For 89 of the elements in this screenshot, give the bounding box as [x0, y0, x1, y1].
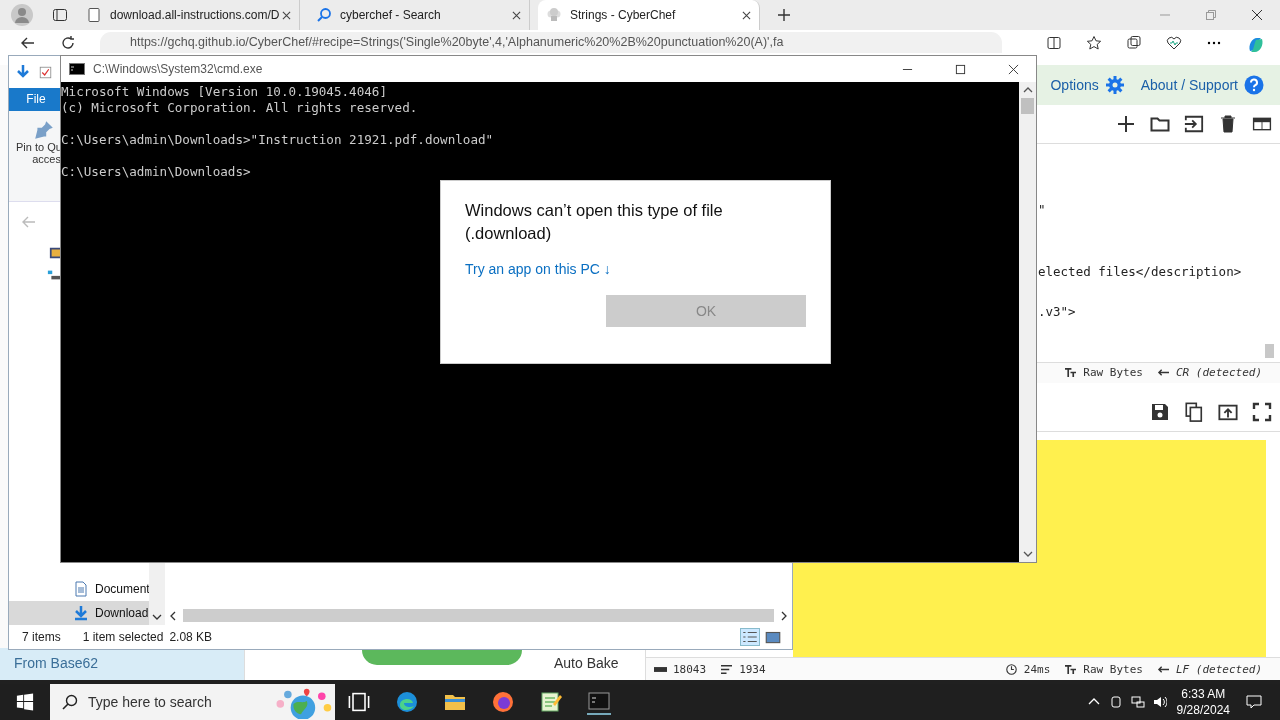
- output-length: 18043: [673, 662, 707, 676]
- console-line: (c) Microsoft Corporation. All rights reserved.: [61, 100, 419, 116]
- scroll-down-icon[interactable]: [1022, 550, 1033, 558]
- download-arrow-icon[interactable]: [15, 64, 31, 80]
- output-encoding[interactable]: Raw Bytes: [1083, 662, 1143, 676]
- header-link[interactable]: Options: [1050, 77, 1099, 93]
- start-icon[interactable]: [16, 693, 34, 711]
- page-icon: [86, 7, 102, 23]
- clock[interactable]: 6:33 AM 9/28/2024: [1176, 686, 1230, 718]
- firefox-icon[interactable]: [491, 690, 515, 714]
- auto-bake-label: Auto Bake: [554, 655, 619, 671]
- network-icon: [47, 268, 61, 282]
- download-icon: [73, 605, 89, 621]
- new-tab-icon[interactable]: [776, 7, 792, 23]
- try-app-link[interactable]: Try an app on this PC ↓: [465, 261, 611, 277]
- collections-icon[interactable]: [1126, 35, 1142, 51]
- document-icon: [73, 581, 89, 597]
- scroll-right-icon[interactable]: [780, 610, 788, 621]
- fullscreen-icon[interactable]: [1252, 401, 1272, 422]
- input-text-line: ": [1038, 202, 1047, 218]
- notepad-icon[interactable]: [539, 690, 563, 714]
- settings-icon[interactable]: [1104, 75, 1125, 95]
- operation-item[interactable]: From Base62: [0, 648, 244, 680]
- chef-hat-icon: [546, 7, 562, 23]
- heart-pulse-icon[interactable]: [1166, 35, 1182, 51]
- console-line: C:\Users\admin\Downloads>: [61, 164, 252, 180]
- text-format-icon[interactable]: [1064, 663, 1078, 675]
- search-icon: [62, 694, 78, 710]
- scroll-left-icon[interactable]: [169, 610, 177, 621]
- output-eol[interactable]: LF (detected): [1175, 662, 1262, 676]
- input-text-line: elected files</description>: [1038, 264, 1243, 280]
- terminal-icon[interactable]: [587, 689, 611, 715]
- help-icon[interactable]: [1244, 75, 1264, 95]
- bake-time: 24ms: [1023, 662, 1051, 676]
- console-line: C:\Users\admin\Downloads>"Instruction 21921.pdf.download": [61, 132, 495, 148]
- save-icon[interactable]: [1150, 401, 1170, 422]
- trash-icon[interactable]: [1218, 114, 1238, 134]
- scrollbar-thumb[interactable]: [1265, 344, 1274, 358]
- output-lines: 1934: [739, 662, 766, 676]
- close-icon[interactable]: [1008, 63, 1019, 75]
- split-screen-icon[interactable]: [1046, 35, 1062, 51]
- back-icon[interactable]: [20, 35, 36, 51]
- edge-icon[interactable]: [395, 690, 419, 714]
- maximize-icon[interactable]: [955, 63, 966, 75]
- taskbar-search-field[interactable]: Type here to search: [50, 684, 335, 720]
- refresh-icon[interactable]: [60, 35, 76, 51]
- clock-icon: [1004, 663, 1018, 675]
- details-view-icon[interactable]: [740, 628, 760, 646]
- return-arrow-icon[interactable]: [1156, 367, 1170, 378]
- window-title: C:\Windows\System32\cmd.exe: [93, 62, 263, 76]
- close-tab-icon[interactable]: [282, 10, 291, 20]
- header-link[interactable]: About / Support: [1140, 77, 1238, 93]
- close-tab-icon[interactable]: [742, 10, 751, 20]
- text-format-icon[interactable]: [1064, 367, 1078, 378]
- selection-info: 1 item selected: [82, 630, 164, 644]
- close-tab-icon[interactable]: [512, 10, 521, 20]
- network-icon[interactable]: [1130, 695, 1145, 709]
- add-icon[interactable]: [1116, 114, 1136, 134]
- scrollbar-thumb[interactable]: [1021, 98, 1034, 114]
- tab-actions-icon[interactable]: [52, 7, 68, 23]
- selection-size: 2.08 KB: [169, 630, 213, 644]
- profile-avatar-icon[interactable]: [10, 3, 34, 27]
- lines-icon: [720, 663, 734, 675]
- input-encoding[interactable]: Raw Bytes: [1083, 366, 1143, 379]
- volume-icon[interactable]: [1152, 695, 1167, 709]
- browser-tab[interactable]: Strings - CyberChef: [538, 0, 760, 30]
- large-icons-view-icon[interactable]: [764, 629, 782, 645]
- scroll-up-icon[interactable]: [1022, 86, 1033, 94]
- notification-icon[interactable]: [1246, 695, 1262, 709]
- console-icon: [69, 61, 85, 77]
- pin-icon: [33, 119, 55, 141]
- input-eol[interactable]: CR (detected): [1175, 366, 1262, 379]
- device-icon[interactable]: [1108, 695, 1123, 709]
- dialog-title: Windows can’t open this type of file (.download): [465, 200, 724, 244]
- scroll-down-icon[interactable]: [152, 613, 162, 621]
- copy-icon[interactable]: [1184, 401, 1204, 422]
- favorites-icon[interactable]: [1086, 35, 1102, 51]
- checkbox-icon[interactable]: [39, 65, 52, 79]
- console-line: Microsoft Windows [Version 10.0.19045.4046]: [61, 84, 389, 100]
- close-icon[interactable]: [1251, 9, 1263, 21]
- address-bar[interactable]: https://gchq.github.io/CyberChef/#recipe=Strings('Single%20byte',4,'Alphanumeric%20%2B%20punctuation%20(A)',fa: [100, 32, 1002, 53]
- nav-item[interactable]: Download: [9, 601, 149, 625]
- search-icon: [316, 7, 332, 23]
- task-view-icon[interactable]: [347, 690, 371, 714]
- nav-item[interactable]: Document: [9, 577, 149, 601]
- import-icon[interactable]: [1184, 114, 1204, 134]
- input-text-line: .v3">: [1038, 304, 1077, 320]
- item-count: 7 items: [22, 630, 61, 644]
- horizontal-scrollbar[interactable]: [183, 609, 774, 622]
